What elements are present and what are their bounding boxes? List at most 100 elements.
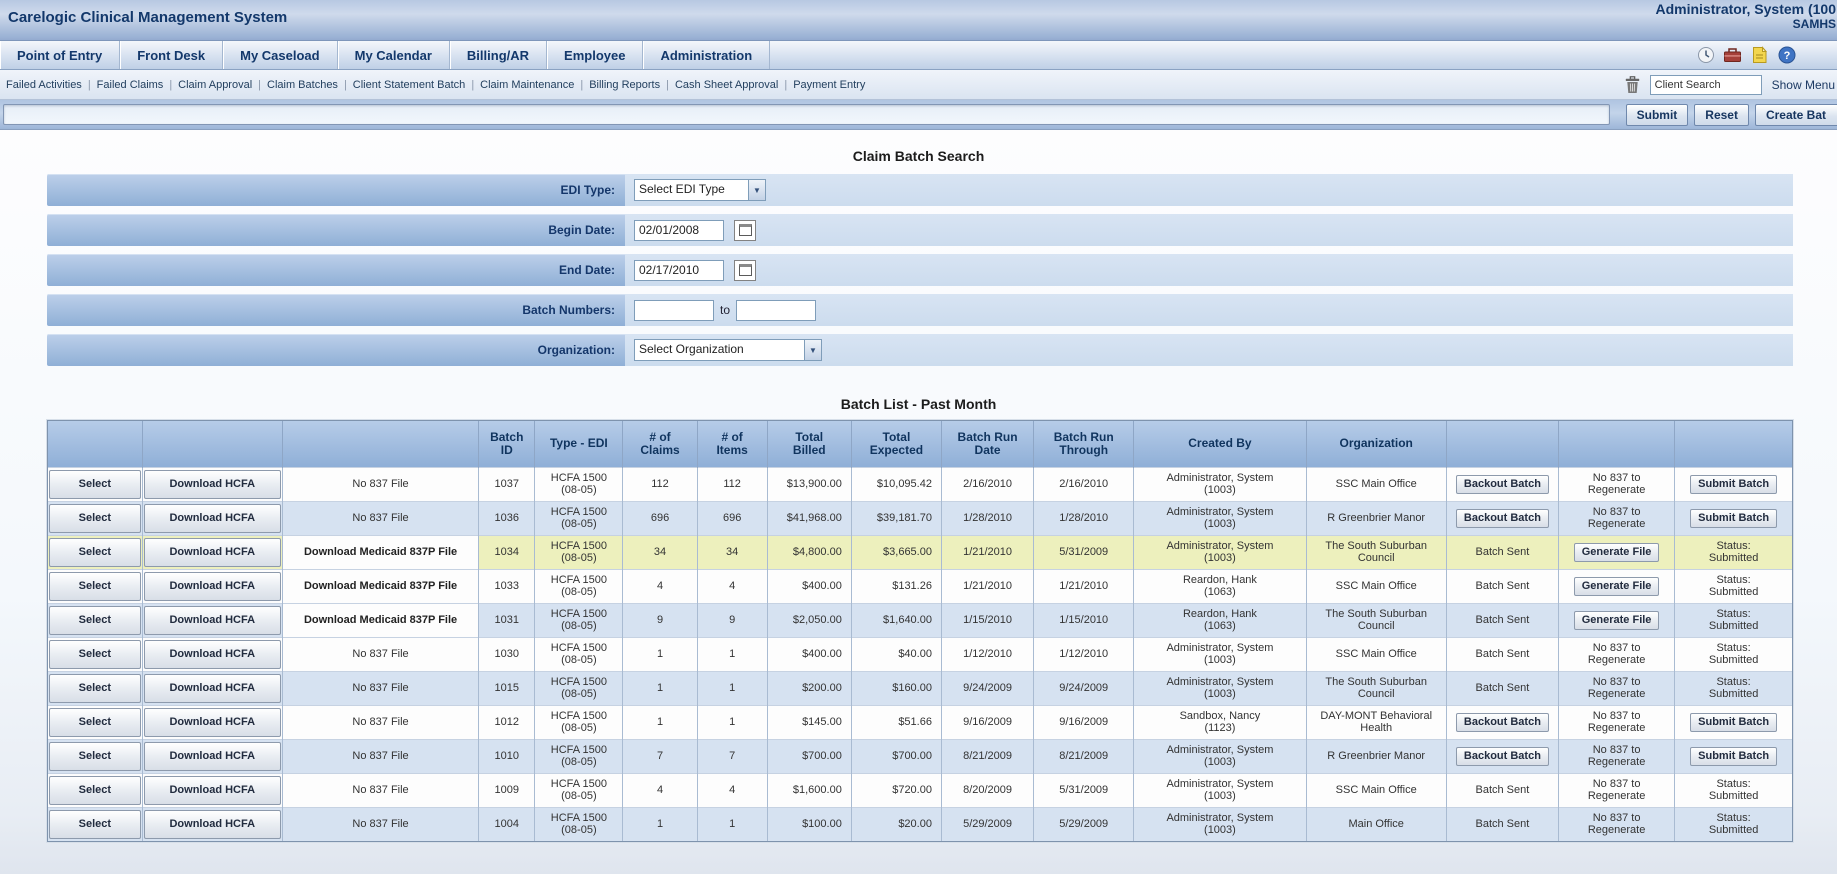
batch-number-from-input[interactable] [634, 299, 714, 321]
batch-status-action[interactable]: Backout Batch [1455, 508, 1549, 528]
edi-type-select[interactable]: Select EDI Type ▼ [634, 179, 766, 201]
show-menu-link[interactable]: Show Menu [1772, 78, 1835, 92]
batch-run-through-cell: 5/31/2009 [1033, 534, 1135, 569]
download-hcfa-button[interactable]: Download HCFA [143, 741, 281, 771]
user-info: Administrator, System (100 SAMHS [1655, 2, 1836, 32]
subnav-claim-batches[interactable]: Claim Batches [267, 79, 353, 91]
nav-tab-my-calendar[interactable]: My Calendar [338, 41, 450, 69]
billing-subnav: Failed Activities Failed Claims Claim Ap… [0, 70, 1837, 100]
select-button[interactable]: Select [49, 571, 141, 601]
column-header-total-billed: Total Billed [767, 421, 852, 467]
total-expected-cell: $3,665.00 [851, 534, 942, 569]
batch-status-action[interactable]: Backout Batch [1455, 712, 1549, 732]
client-search-input[interactable] [1649, 75, 1762, 95]
end-date-input[interactable] [634, 259, 724, 281]
begin-date-row: Begin Date: [47, 214, 1793, 246]
batch-run-date-cell: 1/21/2010 [941, 568, 1035, 603]
claims-count-cell: 696 [622, 500, 698, 535]
file-837-cell[interactable]: Download Medicaid 837P File [286, 580, 475, 592]
select-button[interactable]: Select [49, 775, 141, 805]
download-hcfa-button[interactable]: Download HCFA [143, 537, 281, 567]
organization-row: Organization: Select Organization ▼ [47, 334, 1793, 366]
submit-button[interactable]: Submit [1625, 103, 1689, 126]
download-hcfa-button[interactable]: Download HCFA [143, 503, 281, 533]
download-hcfa-button[interactable]: Download HCFA [143, 571, 281, 601]
batch-status-action[interactable]: Backout Batch [1455, 746, 1549, 766]
subnav-payment-entry[interactable]: Payment Entry [793, 79, 865, 91]
select-button[interactable]: Select [49, 707, 141, 737]
download-hcfa-button[interactable]: Download HCFA [143, 639, 281, 669]
batch-number-to-input[interactable] [736, 299, 817, 321]
file-generation-action[interactable]: Generate File [1573, 610, 1660, 630]
subnav-claim-maintenance[interactable]: Claim Maintenance [480, 79, 589, 91]
subnav-cash-sheet-approval[interactable]: Cash Sheet Approval [675, 79, 793, 91]
submit-status-action[interactable]: Submit Batch [1690, 746, 1778, 766]
select-button[interactable]: Select [49, 605, 141, 635]
batch-id-cell: 1036 [478, 500, 536, 535]
nav-tab-administration[interactable]: Administration [643, 41, 771, 69]
total-expected-cell: $20.00 [851, 806, 942, 841]
download-hcfa-button[interactable]: Download HCFA [143, 469, 281, 499]
batch-run-date-cell: 1/28/2010 [941, 500, 1035, 535]
file-generation-action[interactable]: Generate File [1573, 542, 1660, 562]
nav-tab-billing-ar[interactable]: Billing/AR [450, 41, 548, 69]
total-billed-cell: $1,600.00 [767, 772, 852, 807]
submit-status-action[interactable]: Submit Batch [1690, 474, 1778, 494]
batch-id-cell: 1037 [478, 466, 536, 501]
claims-count-cell: 1 [622, 704, 698, 739]
select-button[interactable]: Select [49, 503, 141, 533]
download-hcfa-button[interactable]: Download HCFA [143, 673, 281, 703]
file-837-cell[interactable]: Download Medicaid 837P File [286, 614, 475, 626]
type-edi-cell: HCFA 1500 (08-05) [534, 704, 624, 739]
total-expected-cell: $131.26 [851, 568, 942, 603]
column-header-organization: Organization [1306, 421, 1447, 467]
batch-id-cell: 1009 [478, 772, 536, 807]
select-button[interactable]: Select [49, 469, 141, 499]
download-hcfa-button[interactable]: Download HCFA [143, 775, 281, 805]
batch-status-action[interactable]: Backout Batch [1455, 474, 1549, 494]
select-button[interactable]: Select [49, 639, 141, 669]
nav-tab-employee[interactable]: Employee [547, 41, 644, 69]
begin-date-input[interactable] [634, 219, 724, 241]
nav-tab-point-of-entry[interactable]: Point of Entry [0, 41, 121, 69]
download-hcfa-button[interactable]: Download HCFA [143, 707, 281, 737]
nav-tab-my-caseload[interactable]: My Caseload [223, 41, 338, 69]
create-batch-button[interactable]: Create Bat [1754, 103, 1837, 126]
command-input-bar[interactable] [3, 104, 1610, 125]
select-button[interactable]: Select [49, 673, 141, 703]
claims-count-cell: 9 [622, 602, 698, 637]
items-count-cell: 4 [697, 568, 768, 603]
subnav-client-statement-batch[interactable]: Client Statement Batch [353, 79, 480, 91]
organization-select[interactable]: Select Organization ▼ [634, 339, 822, 361]
nav-tab-front-desk[interactable]: Front Desk [120, 41, 224, 69]
submit-status-action[interactable]: Submit Batch [1690, 508, 1778, 528]
total-billed-cell: $400.00 [767, 636, 852, 671]
org-code: SAMHS [1792, 17, 1836, 31]
subnav-claim-approval[interactable]: Claim Approval [178, 79, 267, 91]
organization-cell: R Greenbrier Manor [1306, 500, 1447, 535]
select-button[interactable]: Select [49, 809, 141, 839]
trash-icon[interactable] [1625, 76, 1640, 94]
briefcase-icon[interactable] [1722, 45, 1743, 64]
calendar-icon[interactable] [734, 259, 756, 281]
calendar-icon[interactable] [734, 219, 756, 241]
clock-icon[interactable] [1695, 45, 1716, 64]
submit-status-action[interactable]: Submit Batch [1690, 712, 1778, 732]
subnav-billing-reports[interactable]: Billing Reports [589, 79, 675, 91]
help-icon[interactable]: ? [1776, 45, 1797, 64]
file-generation-action[interactable]: Generate File [1573, 576, 1660, 596]
subnav-failed-activities[interactable]: Failed Activities [6, 79, 97, 91]
batch-id-cell: 1033 [478, 568, 536, 603]
batch-run-through-cell: 2/16/2010 [1033, 466, 1135, 501]
subnav-failed-claims[interactable]: Failed Claims [97, 79, 179, 91]
note-icon[interactable] [1749, 45, 1770, 64]
select-button[interactable]: Select [49, 537, 141, 567]
file-generation-action: No 837 to Regenerate [1587, 778, 1646, 802]
reset-button[interactable]: Reset [1694, 103, 1749, 126]
download-hcfa-button[interactable]: Download HCFA [143, 605, 281, 635]
file-837-cell[interactable]: Download Medicaid 837P File [286, 546, 475, 558]
batch-run-through-cell: 9/24/2009 [1033, 670, 1135, 705]
total-expected-cell: $700.00 [851, 738, 942, 773]
select-button[interactable]: Select [49, 741, 141, 771]
download-hcfa-button[interactable]: Download HCFA [143, 809, 281, 839]
